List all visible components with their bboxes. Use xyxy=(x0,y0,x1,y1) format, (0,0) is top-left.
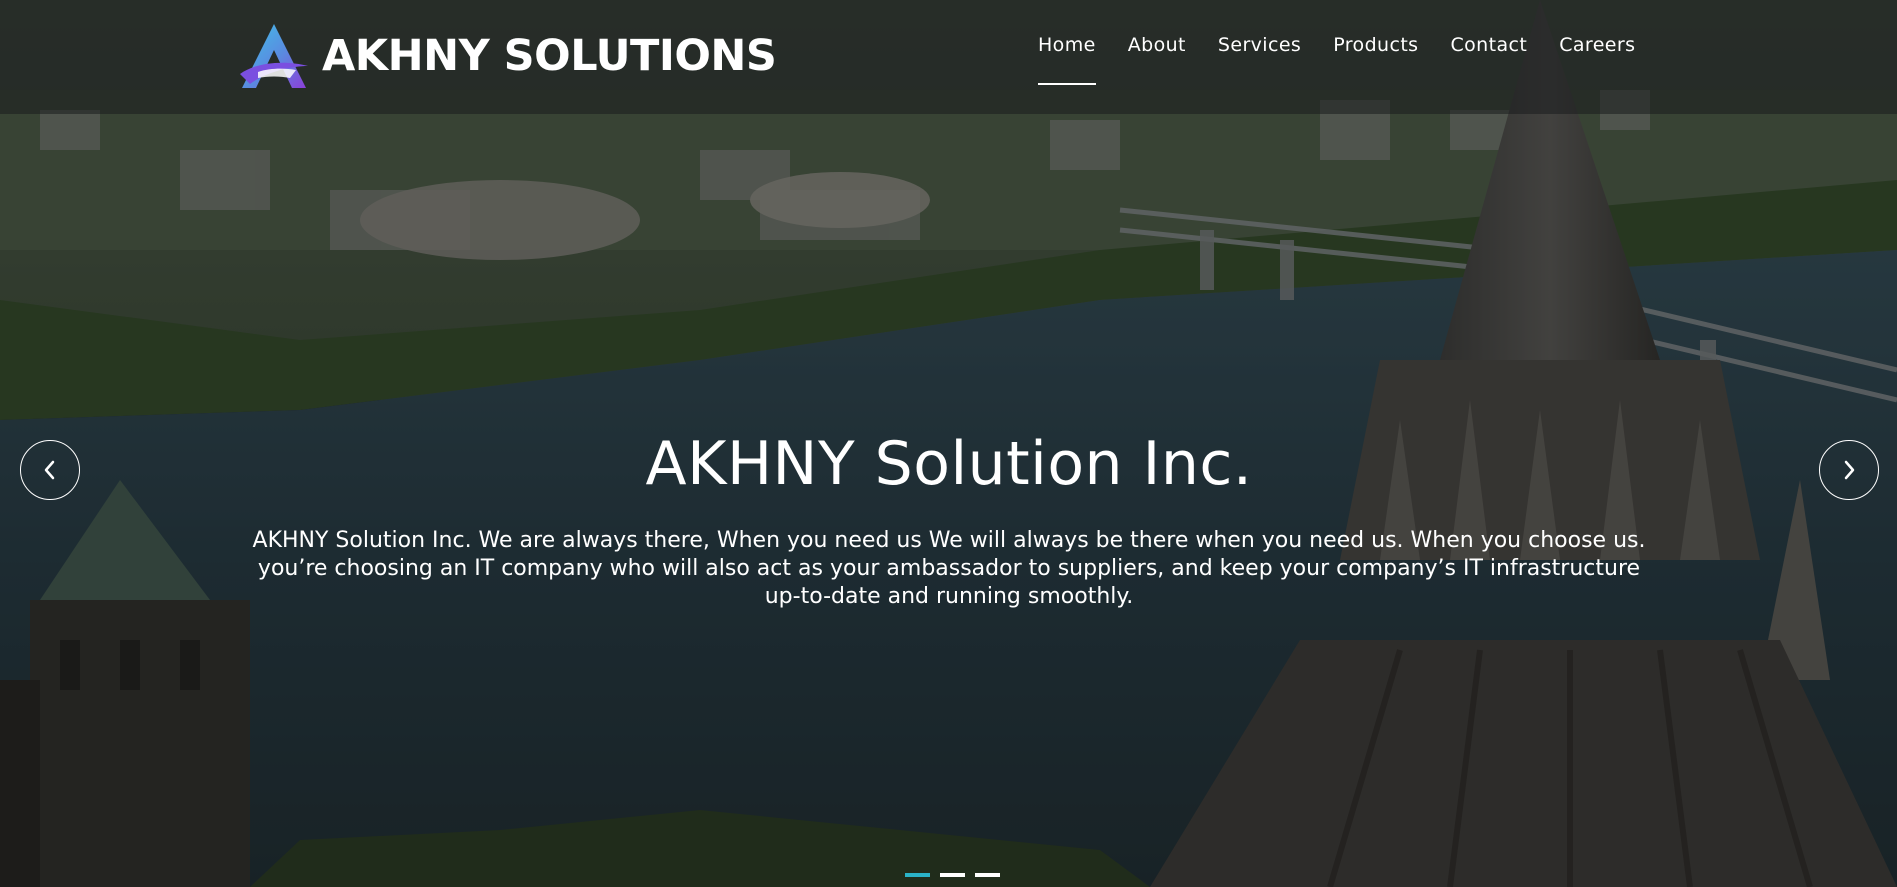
stylized-letter-a-logo-icon xyxy=(240,24,308,88)
site-header: AKHNY SOLUTIONS Home About Services Prod… xyxy=(0,0,1897,114)
hero-caption: AKHNY Solution Inc. AKHNY Solution Inc. … xyxy=(240,425,1658,611)
nav-item-home[interactable]: Home xyxy=(1022,30,1112,85)
hero-text: AKHNY Solution Inc. We are always there,… xyxy=(252,528,1646,609)
chevron-right-icon xyxy=(1844,460,1855,480)
brand-name: AKHNY SOLUTIONS xyxy=(322,31,777,81)
nav-item-products[interactable]: Products xyxy=(1317,30,1434,66)
carousel-indicator-1[interactable] xyxy=(905,873,930,877)
carousel-indicator-3[interactable] xyxy=(975,873,1000,877)
nav-item-contact[interactable]: Contact xyxy=(1434,30,1543,66)
nav-item-careers[interactable]: Careers xyxy=(1543,30,1651,66)
carousel-indicator-2[interactable] xyxy=(940,873,965,877)
nav-item-about[interactable]: About xyxy=(1112,30,1202,66)
chevron-left-icon xyxy=(44,460,55,480)
carousel-next-button[interactable] xyxy=(1819,440,1879,500)
brand[interactable]: AKHNY SOLUTIONS xyxy=(236,22,777,90)
page: AKHNY SOLUTIONS Home About Services Prod… xyxy=(0,0,1897,887)
carousel-indicators xyxy=(905,873,1000,877)
hero-title: AKHNY Solution Inc. xyxy=(645,429,1253,499)
carousel-prev-button[interactable] xyxy=(20,440,80,500)
nav-item-services[interactable]: Services xyxy=(1202,30,1317,66)
main-nav: Home About Services Products Contact Car… xyxy=(1022,30,1651,85)
